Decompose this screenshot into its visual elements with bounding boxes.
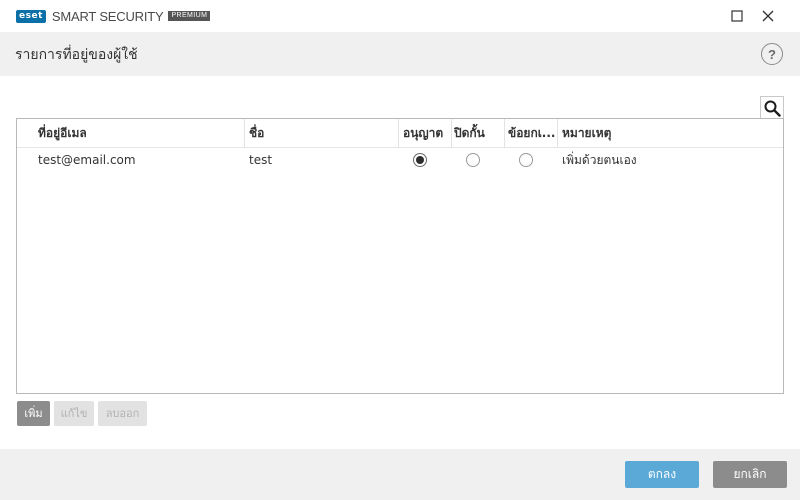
table-header: ที่อยู่อีเมล ชื่อ อนุญาต ปิดกั้น ข้อยกเ.…	[17, 119, 783, 148]
page-title: รายการที่อยู่ของผู้ใช้	[15, 47, 138, 63]
column-header-notes[interactable]: หมายเหตุ	[562, 119, 682, 148]
search-button[interactable]	[760, 96, 784, 120]
maximize-icon	[731, 10, 743, 22]
allow-radio[interactable]	[413, 153, 427, 167]
close-button[interactable]	[757, 6, 779, 26]
edition-badge: PREMIUM	[168, 11, 211, 21]
name-cell: test	[249, 153, 273, 167]
user-address-table: ที่อยู่อีเมล ชื่อ อนุญาต ปิดกั้น ข้อยกเ.…	[16, 118, 784, 394]
product-name: SMART SECURITY	[51, 8, 164, 24]
column-divider[interactable]	[398, 119, 399, 148]
add-button[interactable]: เพิ่ม	[17, 401, 50, 426]
eset-logo: eset	[16, 9, 46, 23]
column-divider[interactable]	[557, 119, 558, 148]
column-header-exception[interactable]: ข้อยกเ...	[508, 119, 556, 148]
column-header-name[interactable]: ชื่อ	[249, 119, 389, 148]
edit-button[interactable]: แก้ไข	[54, 401, 94, 426]
cancel-button[interactable]: ยกเลิก	[713, 461, 787, 488]
block-radio[interactable]	[466, 153, 480, 167]
search-icon	[764, 100, 781, 117]
column-divider[interactable]	[244, 119, 245, 148]
exception-radio[interactable]	[519, 153, 533, 167]
app-logo: eset SMART SECURITY PREMIUM	[16, 8, 211, 24]
column-header-email[interactable]: ที่อยู่อีเมล	[38, 119, 238, 148]
page-header: รายการที่อยู่ของผู้ใช้	[0, 32, 800, 76]
remove-button[interactable]: ลบออก	[98, 401, 147, 426]
table-row[interactable]: test@email.com test เพิ่มด้วยตนเอง	[17, 148, 783, 172]
email-cell: test@email.com	[38, 153, 136, 167]
column-header-block[interactable]: ปิดกั้น	[454, 119, 504, 148]
column-header-allow[interactable]: อนุญาต	[403, 119, 451, 148]
note-cell: เพิ่มด้วยตนเอง	[562, 153, 637, 167]
close-icon	[762, 10, 774, 22]
maximize-button[interactable]	[726, 6, 748, 26]
ok-button[interactable]: ตกลง	[625, 461, 699, 488]
title-bar: eset SMART SECURITY PREMIUM	[0, 0, 800, 32]
column-divider[interactable]	[504, 119, 505, 148]
help-button[interactable]: ?	[761, 43, 783, 65]
column-divider[interactable]	[451, 119, 452, 148]
